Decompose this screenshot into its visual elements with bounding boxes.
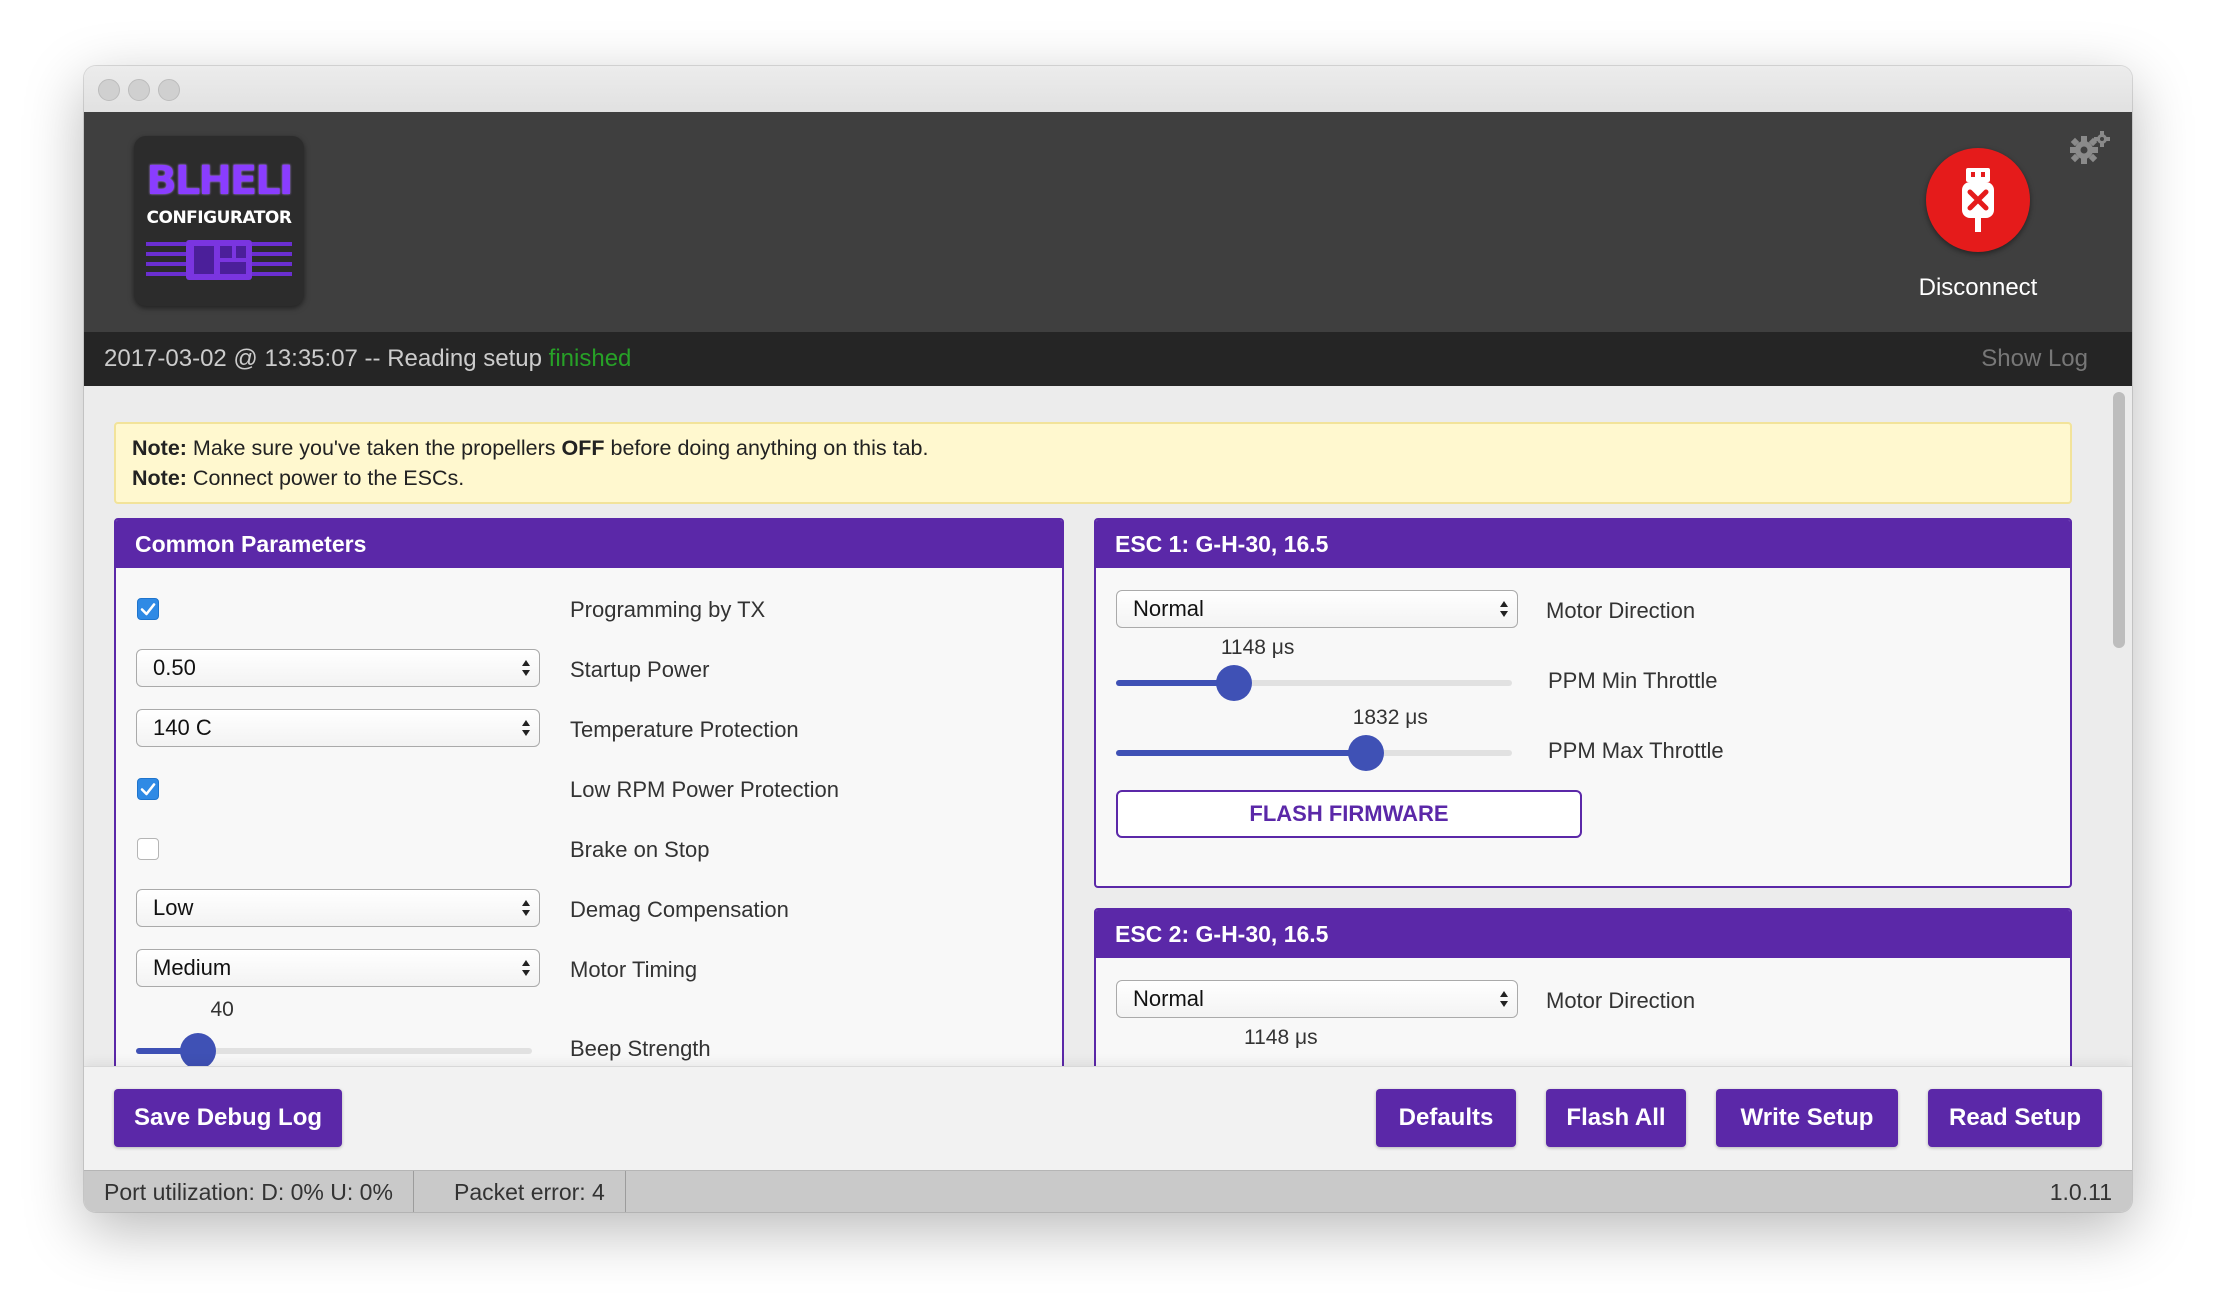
slider-fill xyxy=(1116,750,1367,756)
low-rpm-power-protection-checkbox[interactable] xyxy=(137,778,159,800)
screenshot-stage: BLHELI CONFIGURATOR Disconnect 2017-03-0… xyxy=(0,0,2216,1312)
scrollbar-thumb[interactable] xyxy=(2113,392,2125,648)
esc-1-ppm-max-slider[interactable] xyxy=(1116,735,1512,771)
low-rpm-power-protection-label: Low RPM Power Protection xyxy=(570,777,839,802)
esc-1-motor-direction-label: Motor Direction xyxy=(1546,598,1696,623)
programming-by-tx-checkbox[interactable] xyxy=(137,598,159,620)
disconnect-label: Disconnect xyxy=(1918,274,2038,301)
esc-1-flash-firmware-button[interactable]: FLASH FIRMWARE xyxy=(1116,790,1582,838)
note-text: before doing anything on this tab. xyxy=(604,436,929,460)
select-arrows-icon xyxy=(522,960,530,976)
select-value: Medium xyxy=(153,955,232,980)
startup-power-select[interactable]: 0.50 xyxy=(136,649,540,687)
demag-compensation-label: Demag Compensation xyxy=(570,897,789,922)
slider-thumb[interactable] xyxy=(180,1033,217,1066)
temperature-protection-select[interactable]: 140 C xyxy=(136,709,540,747)
motor-timing-label: Motor Timing xyxy=(570,957,698,982)
select-value: 0.50 xyxy=(153,655,196,680)
select-value: Normal xyxy=(1133,596,1204,621)
window-zoom-button[interactable] xyxy=(158,79,180,101)
esc-1-panel: ESC 1: G-H-30, 16.5 Normal Motor Directi… xyxy=(1094,518,2072,888)
settings-gear-icon[interactable] xyxy=(2068,130,2112,166)
beep-strength-slider[interactable] xyxy=(136,1033,532,1066)
checkmark-icon xyxy=(140,603,156,616)
programming-by-tx-label: Programming by TX xyxy=(570,597,766,622)
defaults-button[interactable]: Defaults xyxy=(1376,1089,1516,1147)
esc-1-ppm-min-label: PPM Min Throttle xyxy=(1548,668,1718,693)
brake-on-stop-label: Brake on Stop xyxy=(570,837,710,862)
app-logo: BLHELI CONFIGURATOR xyxy=(134,136,304,306)
select-value: Normal xyxy=(1133,986,1204,1011)
esc-1-ppm-max-label: PPM Max Throttle xyxy=(1548,738,1724,763)
app-version: 1.0.11 xyxy=(2049,1179,2112,1205)
write-setup-button[interactable]: Write Setup xyxy=(1716,1089,1898,1147)
show-log-link[interactable]: Show Log xyxy=(1981,345,2088,373)
checkmark-icon xyxy=(140,783,156,796)
brake-on-stop-checkbox[interactable] xyxy=(137,838,159,860)
packet-error: Packet error: 4 xyxy=(434,1171,626,1212)
warning-note: Note: Make sure you've taken the propell… xyxy=(114,422,2072,504)
log-text: -- Reading setup xyxy=(357,345,549,372)
main-content[interactable]: Note: Make sure you've taken the propell… xyxy=(84,386,2132,1066)
usb-disconnect-icon xyxy=(1962,168,1994,232)
window-titlebar[interactable] xyxy=(84,66,2132,113)
esc-1-ppm-min-value: 1148 μs xyxy=(1220,636,1295,659)
select-arrows-icon xyxy=(1500,601,1508,617)
app-header: BLHELI CONFIGURATOR Disconnect 2017-03-0… xyxy=(84,112,2132,397)
select-value: 140 C xyxy=(153,715,212,740)
note-text: Make sure you've taken the propellers xyxy=(186,436,562,460)
window-close-button[interactable] xyxy=(98,79,120,101)
note-emphasis: OFF xyxy=(561,436,605,460)
startup-power-label: Startup Power xyxy=(570,657,710,682)
panel-title: Common Parameters xyxy=(116,520,1062,568)
note-line-1: Note: Make sure you've taken the propell… xyxy=(132,433,2054,463)
log-bar: 2017-03-02 @ 13:35:07 -- Reading setup f… xyxy=(84,332,2132,386)
log-timestamp: 2017-03-02 @ 13:35:07 xyxy=(104,345,358,372)
read-setup-button[interactable]: Read Setup xyxy=(1928,1089,2102,1147)
slider-thumb[interactable] xyxy=(1215,665,1252,701)
esc-1-ppm-min-slider[interactable] xyxy=(1116,665,1512,701)
beep-strength-value: 40 xyxy=(210,998,234,1021)
motor-timing-select[interactable]: Medium xyxy=(136,949,540,987)
log-message: 2017-03-02 @ 13:35:07 -- Reading setup f… xyxy=(104,345,631,373)
select-value: Low xyxy=(153,895,194,920)
panel-title: ESC 1: G-H-30, 16.5 xyxy=(1096,520,2070,568)
panel-title: ESC 2: G-H-30, 16.5 xyxy=(1096,910,2070,958)
flash-all-button[interactable]: Flash All xyxy=(1546,1089,1686,1147)
beep-strength-label: Beep Strength xyxy=(570,1036,711,1061)
log-status: finished xyxy=(548,345,632,372)
note-label: Note: xyxy=(132,466,187,490)
logo-board-icon xyxy=(146,240,292,280)
note-text: Connect power to the ESCs. xyxy=(186,466,465,490)
common-parameters-panel: Common Parameters Programming by TX 0.50… xyxy=(114,518,1064,1066)
window-minimize-button[interactable] xyxy=(128,79,150,101)
esc-2-panel: ESC 2: G-H-30, 16.5 Normal Motor Directi… xyxy=(1094,908,2072,1066)
esc-2-motor-direction-select[interactable]: Normal xyxy=(1116,980,1518,1018)
app-window: BLHELI CONFIGURATOR Disconnect 2017-03-0… xyxy=(84,66,2132,1212)
esc-2-ppm-min-value: 1148 μs xyxy=(1244,1026,1318,1049)
logo-title: BLHELI xyxy=(146,158,293,204)
select-arrows-icon xyxy=(1500,991,1508,1007)
esc-1-motor-direction-select[interactable]: Normal xyxy=(1116,590,1518,628)
select-arrows-icon xyxy=(522,900,530,916)
select-arrows-icon xyxy=(522,660,530,676)
bottom-toolbar: Save Debug Log Defaults Flash All Write … xyxy=(84,1066,2132,1171)
note-label: Note: xyxy=(132,436,187,460)
logo-subtitle: CONFIGURATOR xyxy=(146,208,292,228)
demag-compensation-select[interactable]: Low xyxy=(136,889,540,927)
note-line-2: Note: Connect power to the ESCs. xyxy=(132,463,2054,493)
slider-thumb[interactable] xyxy=(1348,735,1385,771)
save-debug-log-button[interactable]: Save Debug Log xyxy=(114,1089,342,1147)
select-arrows-icon xyxy=(522,720,530,736)
disconnect-circle[interactable] xyxy=(1926,148,2030,252)
disconnect-button[interactable]: Disconnect xyxy=(1898,148,2058,308)
esc-2-motor-direction-label: Motor Direction xyxy=(1546,988,1696,1013)
temperature-protection-label: Temperature Protection xyxy=(570,717,799,742)
status-bar: Port utilization: D: 0% U: 0% Packet err… xyxy=(84,1170,2132,1212)
esc-1-ppm-max-value: 1832 μs xyxy=(1352,706,1428,729)
port-utilization: Port utilization: D: 0% U: 0% xyxy=(84,1171,414,1212)
content-scrollbar[interactable] xyxy=(2106,386,2132,1066)
